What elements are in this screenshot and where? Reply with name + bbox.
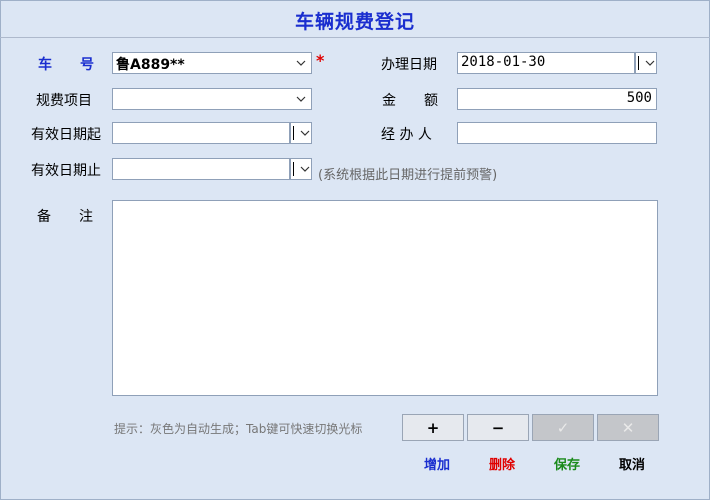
handler-label: 经 办 人: [381, 127, 432, 143]
remark-label: 备 注: [37, 209, 93, 225]
add-label[interactable]: 增加: [406, 454, 468, 473]
chevron-down-icon: [645, 60, 655, 66]
handle-date-dropdown-button[interactable]: [635, 52, 657, 74]
valid-to-dropdown-button[interactable]: [290, 158, 312, 180]
save-button[interactable]: ✓: [532, 414, 594, 441]
valid-to-input[interactable]: [112, 158, 290, 180]
title-divider: [0, 37, 710, 38]
amount-value: 500: [626, 90, 652, 106]
amount-input[interactable]: 500: [457, 88, 657, 110]
chevron-down-icon[interactable]: [295, 92, 307, 106]
cancel-button[interactable]: ✕: [597, 414, 659, 441]
valid-from-dropdown-button[interactable]: [290, 122, 312, 144]
required-mark: *: [316, 51, 325, 70]
check-icon: ✓: [556, 418, 570, 437]
valid-from-label: 有效日期起: [31, 127, 101, 143]
fee-item-combo[interactable]: [112, 88, 312, 110]
minus-icon: −: [491, 418, 505, 437]
plate-combo[interactable]: 鲁A889**: [112, 52, 312, 74]
plate-value: 鲁A889**: [116, 57, 185, 73]
plus-icon: +: [426, 418, 440, 437]
valid-to-label: 有效日期止: [31, 163, 101, 179]
plate-label: 车 号: [38, 57, 94, 73]
handle-date-input[interactable]: 2018-01-30: [457, 52, 635, 74]
handle-date-value: 2018-01-30: [461, 54, 546, 70]
valid-from-input[interactable]: [112, 122, 290, 144]
delete-label[interactable]: 删除: [471, 454, 533, 473]
page-title: 车辆规费登记: [294, 11, 415, 33]
handler-input[interactable]: [457, 122, 657, 144]
chevron-down-icon[interactable]: [295, 56, 307, 70]
add-button[interactable]: +: [402, 414, 464, 441]
chevron-down-icon: [300, 166, 310, 172]
delete-button[interactable]: −: [467, 414, 529, 441]
cancel-label[interactable]: 取消: [601, 454, 663, 473]
handle-date-label: 办理日期: [381, 57, 437, 73]
chevron-down-icon: [300, 130, 310, 136]
remark-textarea[interactable]: [112, 200, 658, 396]
tip-text: 提示：灰色为自动生成；Tab键可快速切换光标: [114, 422, 363, 436]
close-icon: ✕: [621, 418, 635, 437]
warning-hint: (系统根据此日期进行提前预警): [318, 168, 498, 183]
amount-label: 金 额: [382, 93, 438, 109]
fee-item-label: 规费项目: [36, 93, 92, 109]
save-label[interactable]: 保存: [536, 454, 598, 473]
